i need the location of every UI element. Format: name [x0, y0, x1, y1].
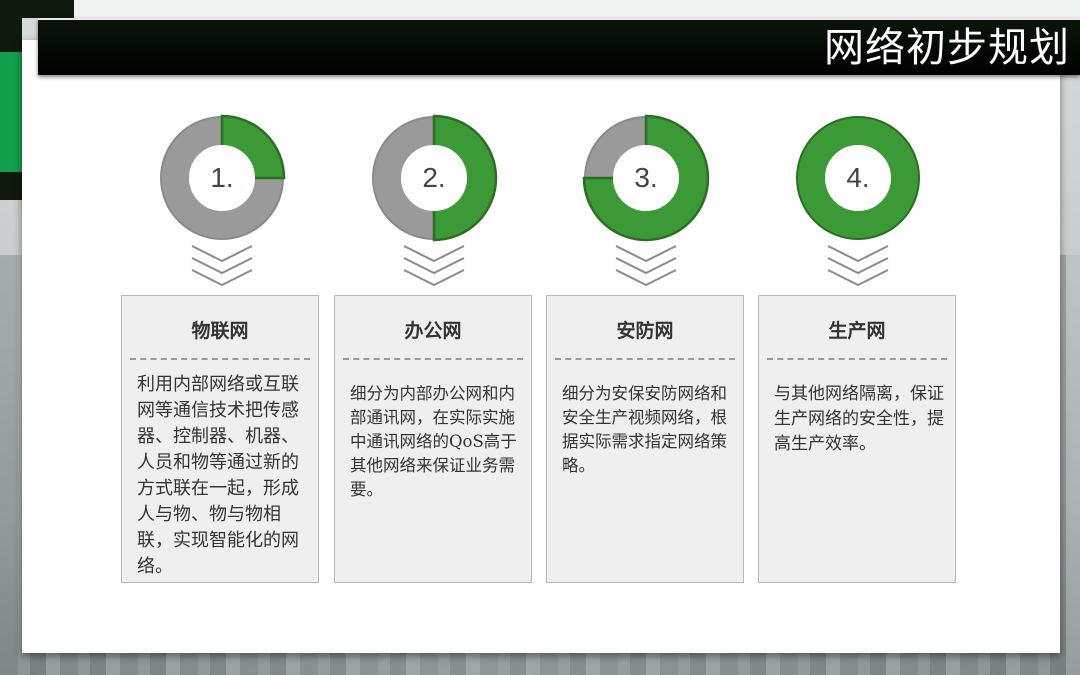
step-card-1: 物联网 利用内部网络或互联网等通信技术把传感器、控制器、机器、人员和物等通过新的… [121, 295, 319, 583]
step-number-2: 2. [422, 162, 446, 193]
step-card-3: 安防网 细分为安保安防网络和安全生产视频网络，根据实际需求指定网络策略。 [546, 295, 744, 583]
triple-chevron-down-icon [826, 243, 890, 289]
divider [555, 358, 735, 360]
step-number-4: 4. [846, 162, 870, 193]
progress-ring-3: 3. [582, 114, 710, 242]
top-strip [0, 0, 1080, 18]
step-card-2: 办公网 细分为内部办公网和内部通讯网，在实际实施中通讯网络的QoS高于其他网络来… [334, 295, 532, 583]
step-body-3: 细分为安保安防网络和安全生产视频网络，根据实际需求指定网络策略。 [562, 384, 727, 475]
step-body-2: 细分为内部办公网和内部通讯网，在实际实施中通讯网络的QoS高于其他网络来保证业务… [350, 384, 517, 499]
page-title: 网络初步规划 [824, 25, 1070, 71]
step-title-3: 安防网 [616, 320, 674, 342]
step-title-2: 办公网 [404, 320, 462, 342]
progress-ring-2: 2. [370, 114, 498, 242]
triple-chevron-down-icon [614, 243, 678, 289]
triple-chevron-down-icon [190, 243, 254, 289]
divider [130, 358, 310, 360]
step-body-1: 利用内部网络或互联网等通信技术把传感器、控制器、机器、人员和物等通过新的方式联在… [137, 374, 299, 577]
divider [343, 358, 523, 360]
title-bar: 网络初步规划 [38, 18, 1080, 75]
step-title-4: 生产网 [828, 320, 886, 342]
left-accent-green [0, 52, 22, 172]
divider [767, 358, 947, 360]
step-number-1: 1. [210, 162, 234, 193]
progress-ring-4: 4. [794, 114, 922, 242]
step-card-4: 生产网 与其他网络隔离，保证生产网络的安全性，提高生产效率。 [758, 295, 956, 583]
step-body-4: 与其他网络隔离，保证生产网络的安全性，提高生产效率。 [774, 384, 944, 454]
step-title-1: 物联网 [191, 320, 249, 342]
triple-chevron-down-icon [402, 243, 466, 289]
step-number-3: 3. [634, 162, 658, 193]
progress-ring-1: 1. [158, 114, 286, 242]
